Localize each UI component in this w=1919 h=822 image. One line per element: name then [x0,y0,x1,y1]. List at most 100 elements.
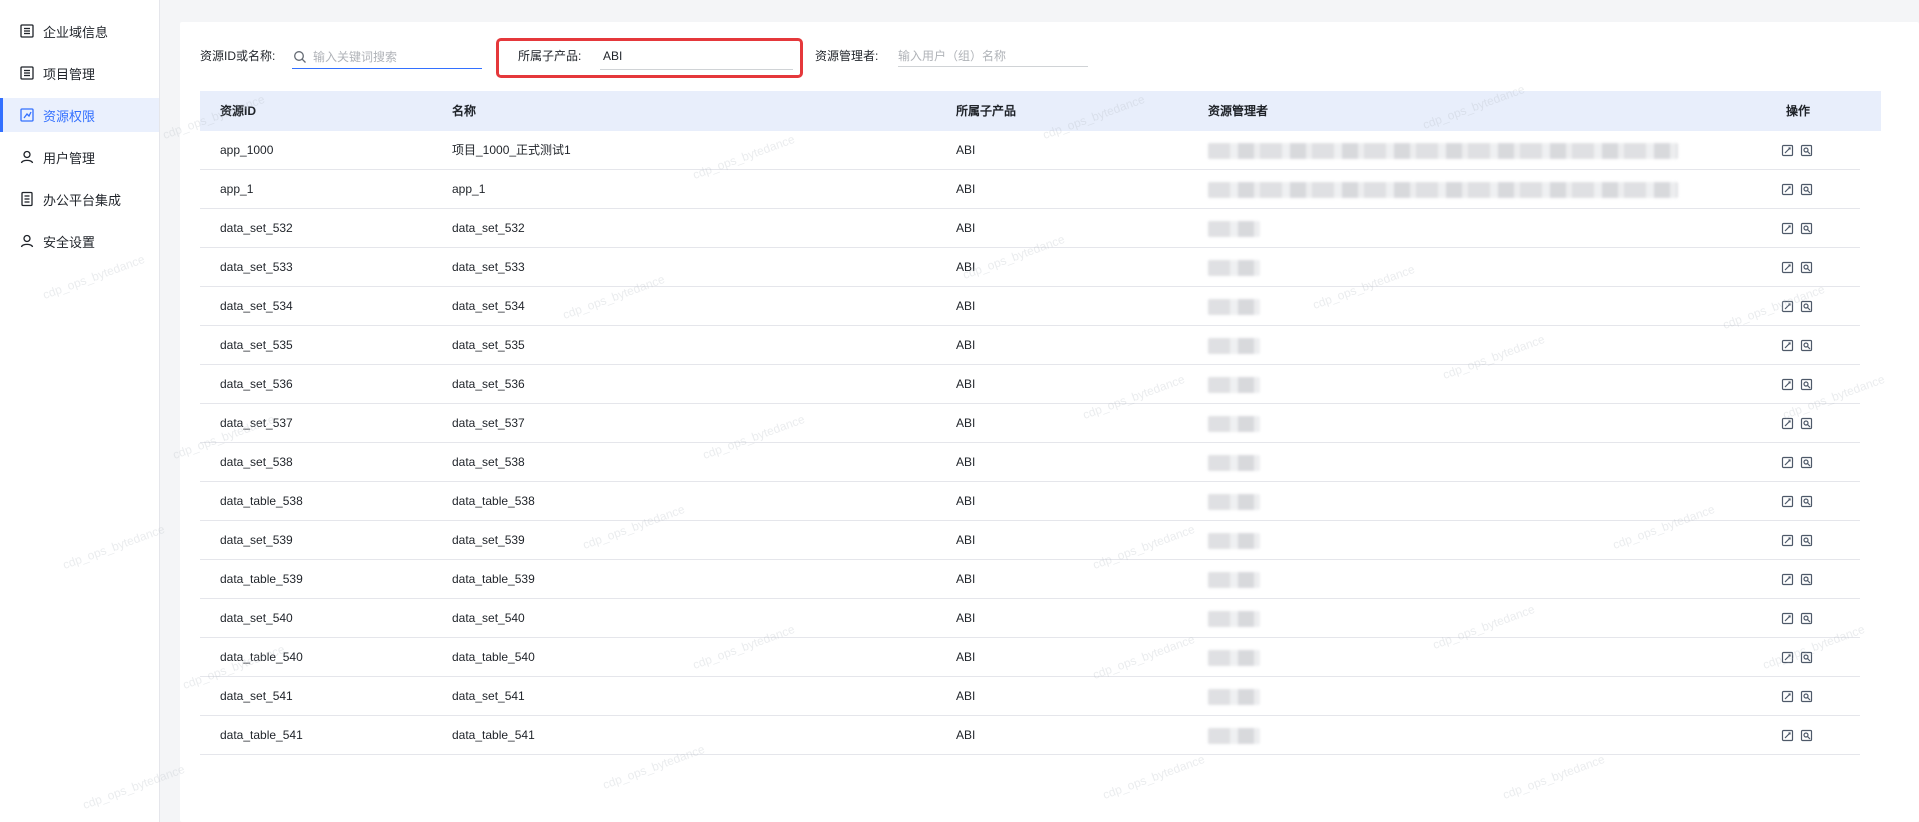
cell-manager-redacted [1208,533,1260,549]
cell-product: ABI [956,416,976,430]
cell-manager-redacted [1208,689,1260,705]
sidebar-item-user-management[interactable]: 用户管理 [0,140,159,174]
column-header-name: 名称 [452,104,477,118]
cell-resource-id: data_set_535 [220,338,293,352]
cell-manager-redacted [1208,728,1260,744]
cell-manager-redacted [1208,299,1260,315]
cell-resource-id: data_table_538 [220,494,303,508]
cell-manager-redacted [1208,182,1678,198]
edit-icon[interactable] [1781,729,1794,742]
cell-resource-id: data_set_534 [220,299,293,313]
list-icon [19,23,35,39]
view-details-icon[interactable] [1800,495,1813,508]
table-row[interactable]: data_set_533 data_set_533 ABI [200,248,1860,287]
view-details-icon[interactable] [1800,222,1813,235]
view-details-icon[interactable] [1800,300,1813,313]
table-row[interactable]: app_1 app_1 ABI [200,170,1860,209]
edit-icon[interactable] [1781,417,1794,430]
cell-product: ABI [956,728,976,742]
cell-manager-redacted [1208,338,1260,354]
sidebar-item-office-integration[interactable]: 办公平台集成 [0,182,159,216]
table-row[interactable]: data_set_539 data_set_539 ABI [200,521,1860,560]
product-filter-select[interactable]: ABI [600,46,793,70]
cell-resource-id: data_set_537 [220,416,293,430]
cell-manager-redacted [1208,572,1260,588]
cell-resource-id: data_set_538 [220,455,293,469]
sidebar-item-security-settings[interactable]: 安全设置 [0,224,159,258]
cell-resource-id: app_1000 [220,143,274,157]
edit-icon[interactable] [1781,261,1794,274]
edit-icon[interactable] [1781,144,1794,157]
cell-product: ABI [956,377,976,391]
table-row[interactable]: data_table_539 data_table_539 ABI [200,560,1860,599]
cell-manager-redacted [1208,416,1260,432]
cell-manager-redacted [1208,611,1260,627]
edit-icon[interactable] [1781,378,1794,391]
view-details-icon[interactable] [1800,651,1813,664]
cell-resource-id: data_table_539 [220,572,303,586]
edit-icon[interactable] [1781,495,1794,508]
resource-search-input[interactable] [313,49,473,64]
edit-icon[interactable] [1781,222,1794,235]
table-row[interactable]: data_set_535 data_set_535 ABI [200,326,1860,365]
cell-resource-name: data_set_541 [452,689,525,703]
view-details-icon[interactable] [1800,534,1813,547]
table-row[interactable]: data_table_538 data_table_538 ABI [200,482,1860,521]
cell-resource-name: data_table_539 [452,572,535,586]
cell-resource-id: data_set_540 [220,611,293,625]
manager-search-input[interactable] [898,45,1088,67]
table-row[interactable]: data_table_541 data_table_541 ABI [200,716,1860,755]
sidebar-item-resource-permissions[interactable]: 资源权限 [0,98,159,132]
view-details-icon[interactable] [1800,144,1813,157]
view-details-icon[interactable] [1800,690,1813,703]
view-details-icon[interactable] [1800,417,1813,430]
sidebar: 企业域信息 项目管理 资源权限 用户管理 办公平台集成 安全设置 [0,0,160,822]
column-header-product: 所属子产品 [956,104,1017,118]
edit-icon[interactable] [1781,573,1794,586]
manager-filter-label: 资源管理者: [815,49,879,63]
edit-icon[interactable] [1781,456,1794,469]
table-row[interactable]: data_table_540 data_table_540 ABI [200,638,1860,677]
cell-resource-id: data_set_536 [220,377,293,391]
table-row[interactable]: data_set_541 data_set_541 ABI [200,677,1860,716]
cell-resource-name: data_table_538 [452,494,535,508]
table-row[interactable]: app_1000 项目_1000_正式测试1 ABI [200,131,1860,170]
table-row[interactable]: data_set_536 data_set_536 ABI [200,365,1860,404]
view-details-icon[interactable] [1800,339,1813,352]
table-row[interactable]: data_set_532 data_set_532 ABI [200,209,1860,248]
sidebar-item-enterprise-info[interactable]: 企业域信息 [0,14,159,48]
resource-filter-label: 资源ID或名称: [200,49,276,63]
edit-icon[interactable] [1781,300,1794,313]
sidebar-item-label: 企业域信息 [43,24,109,40]
table-row[interactable]: data_set_538 data_set_538 ABI [200,443,1860,482]
view-details-icon[interactable] [1800,729,1813,742]
column-header-ops: 操作 [1786,104,1811,118]
view-details-icon[interactable] [1800,378,1813,391]
sidebar-item-project-management[interactable]: 项目管理 [0,56,159,90]
sidebar-item-label: 办公平台集成 [43,192,122,208]
view-details-icon[interactable] [1800,183,1813,196]
edit-icon[interactable] [1781,183,1794,196]
table-row[interactable]: data_set_534 data_set_534 ABI [200,287,1860,326]
edit-icon[interactable] [1781,612,1794,625]
view-details-icon[interactable] [1800,456,1813,469]
cell-product: ABI [956,494,976,508]
cell-resource-id: data_table_541 [220,728,303,742]
view-details-icon[interactable] [1800,261,1813,274]
table-row[interactable]: data_set_540 data_set_540 ABI [200,599,1860,638]
cell-resource-name: data_set_540 [452,611,525,625]
resource-search-field[interactable] [292,45,482,69]
edit-icon[interactable] [1781,534,1794,547]
table-header: 资源ID 名称 所属子产品 资源管理者 操作 [200,91,1881,131]
edit-icon[interactable] [1781,690,1794,703]
edit-icon[interactable] [1781,651,1794,664]
cell-resource-name: data_set_532 [452,221,525,235]
cell-product: ABI [956,299,976,313]
edit-icon[interactable] [1781,339,1794,352]
table-row[interactable]: data_set_537 data_set_537 ABI [200,404,1860,443]
view-details-icon[interactable] [1800,573,1813,586]
cell-product: ABI [956,182,976,196]
view-details-icon[interactable] [1800,612,1813,625]
user-icon [19,233,35,249]
cell-product: ABI [956,221,976,235]
